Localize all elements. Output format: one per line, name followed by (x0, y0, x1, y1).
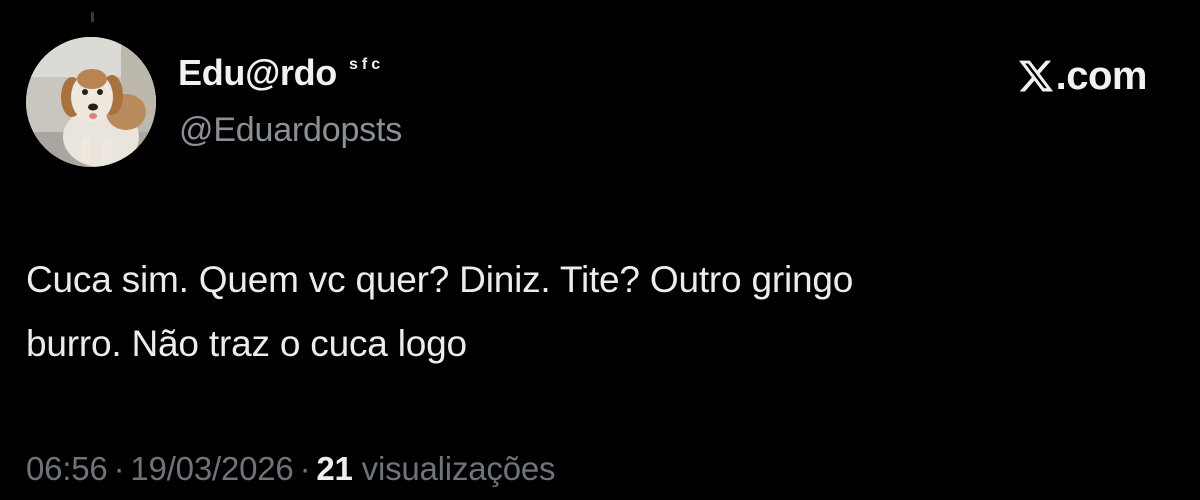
tweet-text-line: burro. Não traz o cuca logo (26, 323, 467, 364)
tweet-text: Cuca sim. Quem vc quer? Diniz. Tite? Out… (26, 248, 1176, 376)
views-label: visualizações (361, 450, 556, 487)
views-count: 21 (316, 450, 353, 487)
tweet-text-line: Cuca sim. Quem vc quer? Diniz. Tite? Out… (26, 259, 854, 300)
brand-watermark: .com (1017, 52, 1148, 100)
name-suffix: sfc (349, 56, 385, 73)
tweet-date[interactable]: 19/03/2026 (130, 450, 293, 487)
tweet-card: Edu@rdo sfc @Eduardopsts .com Cuca sim. … (0, 0, 1200, 500)
divider-mark (91, 12, 94, 22)
display-name[interactable]: Edu@rdo (178, 50, 337, 96)
dog-avatar-icon (26, 37, 156, 167)
author-handle[interactable]: @Eduardopsts (179, 108, 402, 152)
author-name-row[interactable]: Edu@rdo sfc (178, 50, 384, 100)
tweet-time[interactable]: 06:56 (26, 450, 108, 487)
avatar[interactable] (26, 37, 156, 167)
tweet-meta: 06:56 · 19/03/2026 · 21 visualizações (26, 447, 556, 491)
brand-domain: .com (1055, 54, 1148, 98)
x-logo-icon (1018, 60, 1053, 92)
meta-separator: · (299, 450, 311, 487)
meta-separator: · (113, 450, 125, 487)
